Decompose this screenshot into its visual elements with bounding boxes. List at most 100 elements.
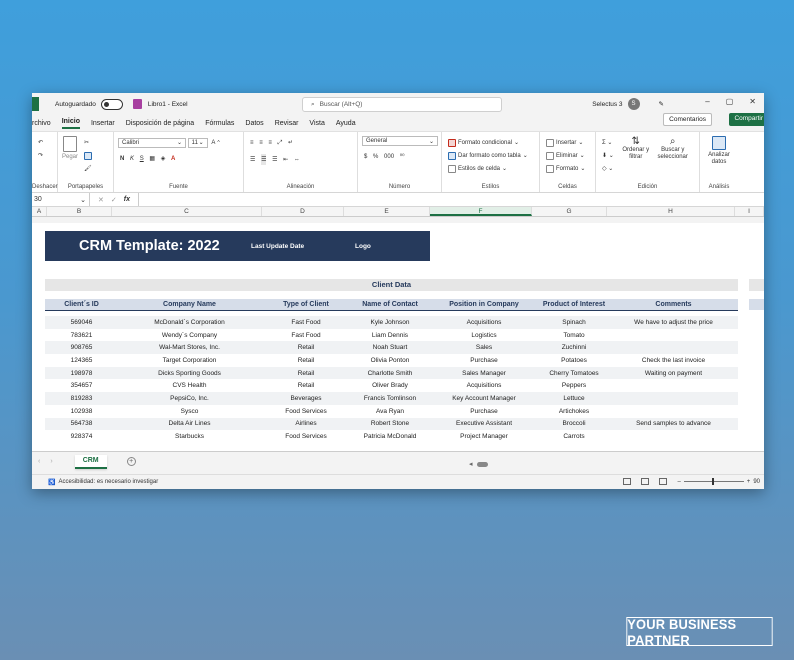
cell-position[interactable]: Project Manager: [429, 430, 539, 443]
font-name-select[interactable]: Calibri ⌄: [118, 137, 186, 148]
prev-sheet-icon[interactable]: ‹: [38, 458, 40, 465]
cell-position[interactable]: Logistics: [429, 329, 539, 342]
minimize-icon[interactable]: –: [705, 97, 709, 106]
menu-vista[interactable]: Vista: [309, 120, 324, 129]
header-position[interactable]: Position in Company: [429, 299, 539, 311]
share-button[interactable]: Compartir: [729, 113, 764, 126]
cell-product[interactable]: Potatoes: [539, 354, 609, 367]
bold-button[interactable]: N: [120, 154, 124, 165]
undo-icon[interactable]: ↶: [38, 137, 43, 148]
cell-position[interactable]: Acquisitions: [429, 379, 539, 392]
name-box[interactable]: 30 ⌄: [32, 193, 90, 206]
cell-client-id[interactable]: 928374: [45, 430, 118, 443]
delete-cells-button[interactable]: Eliminar ⌄: [546, 150, 585, 161]
close-icon[interactable]: ✕: [749, 97, 756, 106]
paste-button[interactable]: Pegar: [62, 136, 78, 175]
autosave-toggle[interactable]: [100, 98, 123, 110]
font-size-select[interactable]: 11 ⌄: [187, 137, 208, 148]
menu-insertar[interactable]: Insertar: [91, 120, 115, 129]
add-sheet-icon[interactable]: +: [126, 457, 136, 466]
cell-comments[interactable]: [609, 392, 738, 405]
cell-client-id[interactable]: 198978: [45, 366, 118, 380]
zoom-slider[interactable]: – + 90: [677, 478, 760, 485]
cell-position[interactable]: Executive Assistant: [429, 417, 539, 431]
cell-position[interactable]: Key Account Manager: [429, 392, 539, 405]
cell-comments[interactable]: We have to adjust the price: [609, 316, 738, 329]
cell-company-name[interactable]: Delta Air Lines: [118, 417, 261, 431]
zoom-level[interactable]: 90: [753, 479, 760, 485]
cell-styles-button[interactable]: Estilos de celda ⌄: [448, 163, 507, 174]
cell-name-of-contact[interactable]: Charlotte Smith: [351, 366, 429, 380]
fill-color-icon[interactable]: ◈: [161, 153, 166, 164]
align-right-icon[interactable]: ☰: [272, 154, 277, 165]
underline-button[interactable]: S: [140, 154, 144, 165]
page-layout-view-icon[interactable]: [641, 478, 650, 485]
normal-view-icon[interactable]: [623, 478, 632, 485]
menu-archivo[interactable]: rchivo: [32, 120, 51, 129]
horizontal-scrollbar[interactable]: ◂: [469, 460, 488, 468]
cell-position[interactable]: Acquisitions: [429, 316, 539, 329]
scroll-thumb[interactable]: [476, 461, 488, 467]
cell-name-of-contact[interactable]: Ava Ryan: [351, 405, 429, 418]
cell-position[interactable]: Purchase: [429, 405, 539, 418]
cell-company-name[interactable]: Sysco: [118, 405, 261, 418]
cell-type-of-client[interactable]: Fast Food: [261, 316, 351, 329]
cell-position[interactable]: Sales Manager: [429, 366, 539, 380]
header-product[interactable]: Product of Interest: [539, 299, 609, 311]
cell-client-id[interactable]: 819283: [45, 392, 118, 405]
align-bottom-icon[interactable]: ≡: [268, 138, 272, 149]
align-top-icon[interactable]: ≡: [250, 138, 254, 149]
format-cells-button[interactable]: Formato ⌄: [546, 163, 585, 174]
pen-icon[interactable]: ✎: [659, 100, 664, 108]
search-box[interactable]: ⌕ Buscar (Alt+Q): [302, 97, 502, 112]
menu-revisar[interactable]: Revisar: [275, 120, 299, 129]
cell-company-name[interactable]: PepsiCo, Inc.: [118, 392, 261, 405]
cancel-icon[interactable]: ✕: [98, 196, 104, 204]
column-i[interactable]: I: [735, 207, 764, 216]
cell-client-id[interactable]: 569046: [45, 316, 118, 329]
cell-product[interactable]: Broccoli: [539, 417, 609, 431]
cell-name-of-contact[interactable]: Kyle Johnson: [351, 316, 429, 329]
cell-name-of-contact[interactable]: Liam Dennis: [351, 329, 429, 342]
cell-type-of-client[interactable]: Food Services: [261, 430, 351, 443]
cell-comments[interactable]: [609, 341, 738, 355]
header-client-id[interactable]: Client´s ID: [45, 299, 118, 311]
worksheet[interactable]: CRM Template: 2022 Last Update Date Logo…: [32, 223, 764, 451]
currency-icon[interactable]: $: [364, 152, 367, 163]
cell-type-of-client[interactable]: Retail: [261, 341, 351, 355]
cell-company-name[interactable]: Target Corporation: [118, 354, 261, 367]
autosum-icon[interactable]: Σ ⌄: [602, 137, 612, 148]
menu-datos[interactable]: Datos: [245, 120, 263, 129]
cell-client-id[interactable]: 908765: [45, 341, 118, 355]
cell-type-of-client[interactable]: Airlines: [261, 417, 351, 431]
column-h[interactable]: H: [607, 207, 735, 216]
grow-font-icon[interactable]: A ^: [211, 137, 219, 148]
menu-inicio[interactable]: Inicio: [61, 118, 80, 129]
zoom-in-icon[interactable]: +: [747, 479, 751, 485]
formula-input[interactable]: [137, 193, 764, 206]
menu-formulas[interactable]: Fórmulas: [205, 120, 234, 129]
cell-product[interactable]: Cherry Tomatoes: [539, 366, 609, 380]
align-middle-icon[interactable]: ≡: [259, 138, 263, 149]
tab-crm[interactable]: CRM: [74, 454, 107, 469]
cut-icon[interactable]: ✂: [84, 137, 89, 148]
column-e[interactable]: E: [344, 207, 430, 216]
menu-ayuda[interactable]: Ayuda: [336, 120, 356, 129]
accessibility-status[interactable]: Accesibilidad: es necesario investigar: [58, 479, 158, 485]
decimal-icon[interactable]: ⁰⁰: [400, 151, 405, 162]
cell-type-of-client[interactable]: Retail: [261, 379, 351, 392]
cell-type-of-client[interactable]: Fast Food: [261, 329, 351, 342]
borders-icon[interactable]: ▦: [149, 153, 155, 164]
cell-company-name[interactable]: Wendy´s Company: [118, 329, 261, 342]
cell-company-name[interactable]: Wal-Mart Stores, Inc.: [118, 341, 261, 355]
page-break-view-icon[interactable]: [659, 478, 668, 485]
cell-company-name[interactable]: Dicks Sporting Goods: [118, 366, 261, 380]
column-g[interactable]: G: [532, 207, 607, 216]
confirm-icon[interactable]: ✓: [111, 196, 117, 204]
cell-name-of-contact[interactable]: Noah Stuart: [351, 341, 429, 355]
menu-disposicion[interactable]: Disposición de página: [126, 120, 195, 129]
cell-client-id[interactable]: 124365: [45, 354, 118, 367]
cell-comments[interactable]: [609, 329, 738, 342]
cell-comments[interactable]: Check the last invoice: [609, 354, 738, 367]
header-name-of-contact[interactable]: Name of Contact: [351, 299, 429, 311]
